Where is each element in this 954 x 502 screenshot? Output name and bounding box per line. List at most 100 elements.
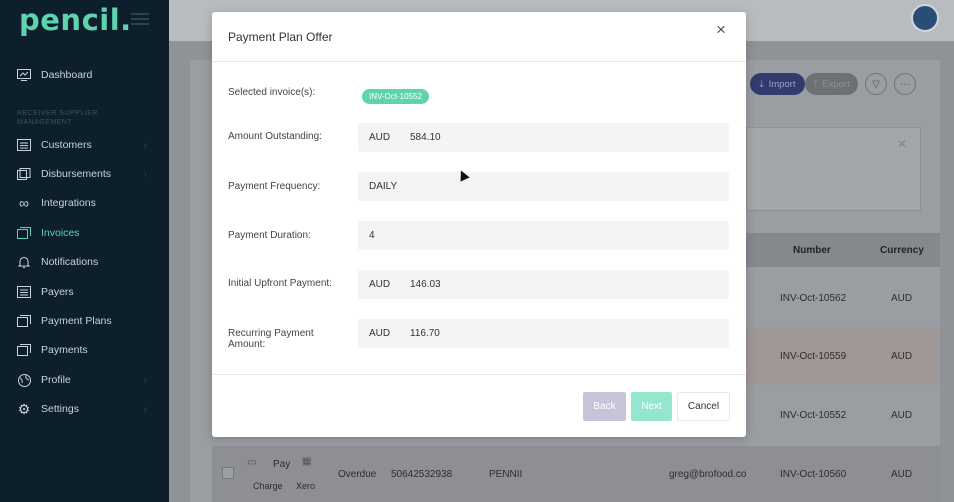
list-icon [17,285,31,299]
sidebar-item-payments[interactable]: Payments [17,340,88,360]
hamburger-menu-icon[interactable] [131,13,149,25]
sidebar-item-profile[interactable]: Profile › [17,370,147,390]
selected-invoices-label: Selected invoice(s): [228,87,316,98]
amount-outstanding-label: Amount Outstanding: [228,131,322,142]
column-header-currency[interactable]: Currency [880,245,924,256]
sidebar-item-payers[interactable]: Payers [17,282,74,302]
sidebar-item-settings[interactable]: ⚙ Settings › [17,399,147,419]
sidebar-item-label: Dashboard [41,69,93,81]
currency-code: AUD [369,328,391,339]
modal-divider [212,374,746,375]
xero-label[interactable]: Xero [296,481,315,491]
sidebar-item-integrations[interactable]: ∞ Integrations [17,193,96,213]
export-button[interactable]: ⤒ Export [805,73,858,95]
upload-icon: ⤒ [813,78,818,90]
invoice-chip[interactable]: INV-Oct-10552 [362,89,429,104]
sidebar-item-label: Notifications [41,256,99,268]
filter-button[interactable]: ▽ [865,73,887,95]
bell-icon [17,255,31,269]
sidebar-item-invoices[interactable]: Invoices [17,223,80,243]
documents-icon [17,343,31,357]
sidebar-item-label: Integrations [41,197,96,209]
invoice-number: INV-Oct-10559 [780,351,847,362]
documents-icon [17,314,31,328]
sidebar-item-dashboard[interactable]: Dashboard [17,65,92,85]
sidebar-item-customers[interactable]: Customers › [17,135,147,155]
sidebar-item-payment-plans[interactable]: Payment Plans [17,311,112,331]
calendar-icon: ▦ [302,456,312,467]
duration-value: 4 [369,230,375,241]
close-icon[interactable]: ✕ [897,137,907,151]
sidebar-item-label: Payments [41,344,88,356]
download-icon: ⤓ [759,78,764,90]
sidebar-item-label: Settings [41,403,79,415]
card-icon: ▭ [247,457,257,468]
recurring-payment-field[interactable]: AUD 116.70 [358,319,729,348]
customer-name: PENNII [489,469,523,480]
payment-duration-field[interactable]: 4 [358,221,729,250]
sidebar-item-label: Invoices [41,227,80,239]
stack-icon [17,167,31,181]
monitor-icon [17,68,31,82]
sidebar-item-label: Payment Plans [41,315,112,327]
list-icon [17,138,31,152]
customer-email: greg@brofood.co [669,469,747,480]
amount-value: 584.10 [410,132,441,143]
modal-title: Payment Plan Offer [228,30,333,44]
sidebar-item-label: Disbursements [41,168,112,180]
close-icon[interactable]: × [716,20,726,40]
charge-label[interactable]: Charge [253,481,283,491]
next-button[interactable]: Next [631,392,672,421]
payment-plan-modal: Payment Plan Offer × Selected invoice(s)… [212,12,746,437]
chevron-right-icon: › [144,169,147,179]
cancel-button[interactable]: Cancel [677,392,730,421]
currency-code: AUD [369,132,391,143]
more-button[interactable]: ··· [894,73,916,95]
invoice-number: INV-Oct-10562 [780,293,847,304]
sidebar-item-label: Customers [41,139,92,151]
invoice-currency: AUD [891,293,913,304]
notice-panel [746,127,921,211]
ellipsis-icon: ··· [900,78,910,90]
frequency-value: DAILY [369,181,398,192]
payment-duration-label: Payment Duration: [228,230,311,241]
reference-number: 50642532938 [391,469,453,480]
invoice-number: INV-Oct-10552 [780,410,847,421]
initial-upfront-field[interactable]: AUD 146.03 [358,270,729,299]
import-button[interactable]: ⤓ Import [750,73,805,95]
amount-value: 116.70 [410,328,440,339]
sidebar-item-label: Payers [41,286,74,298]
invoice-currency: AUD [891,469,913,480]
sidebar-item-label: Profile [41,374,71,386]
currency-code: AUD [369,279,391,290]
chevron-right-icon: › [144,140,147,150]
amount-outstanding-field[interactable]: AUD 584.10 [358,123,729,152]
invoice-currency: AUD [891,351,913,362]
back-button[interactable]: Back [583,392,626,421]
column-header-number[interactable]: Number [793,245,831,256]
initial-upfront-label: Initial Upfront Payment: [228,278,332,289]
payment-frequency-field[interactable]: DAILY [358,172,729,201]
infinity-icon: ∞ [19,195,29,211]
invoice-number: INV-Oct-10560 [780,469,847,480]
chevron-right-icon: › [144,404,147,414]
app-logo[interactable]: pencil. [19,3,132,37]
status-text: Overdue [338,469,377,480]
row-checkbox[interactable] [222,467,234,479]
filter-icon: ▽ [872,78,880,90]
sidebar-item-disbursements[interactable]: Disbursements › [17,164,147,184]
payment-frequency-label: Payment Frequency: [228,181,321,192]
sidebar-item-notifications[interactable]: Notifications [17,252,98,272]
globe-icon [17,373,31,387]
sidebar-section-label: RECEIVER SUPPLIER MANAGEMENT [17,110,98,126]
chevron-right-icon: › [144,375,147,385]
pay-label[interactable]: Pay [273,459,290,470]
avatar[interactable] [911,4,939,32]
amount-value: 146.03 [410,279,441,290]
gear-icon: ⚙ [17,400,31,417]
recurring-payment-label: Recurring Payment Amount: [228,328,314,350]
sidebar: pencil. Dashboard RECEIVER SUPPLIER MANA… [0,0,169,502]
invoice-currency: AUD [891,410,913,421]
documents-icon [17,226,31,240]
modal-header: Payment Plan Offer × [212,12,746,62]
